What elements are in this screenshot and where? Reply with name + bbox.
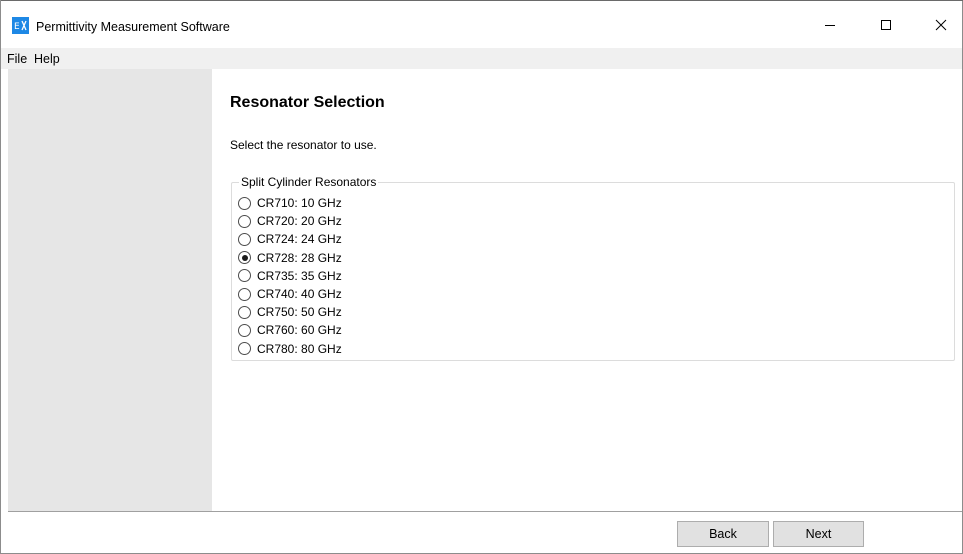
minimize-button[interactable] (807, 2, 853, 48)
radio-label[interactable]: CR750: 50 GHz (257, 305, 342, 319)
radio-button-icon[interactable] (238, 214, 251, 228)
close-icon (935, 19, 947, 31)
window-title: Permittivity Measurement Software (36, 20, 230, 34)
radio-button-icon[interactable] (238, 287, 251, 301)
resonator-radio-list: CR710: 10 GHz CR720: 20 GHz CR724: 24 GH… (238, 194, 342, 358)
radio-cr720[interactable]: CR720: 20 GHz (238, 212, 342, 230)
radio-label[interactable]: CR780: 80 GHz (257, 342, 342, 356)
radio-label[interactable]: CR735: 35 GHz (257, 269, 342, 283)
radio-button-selected-icon[interactable] (238, 251, 251, 265)
minimize-icon (825, 25, 835, 26)
footer-divider (8, 511, 962, 512)
back-button[interactable]: Back (677, 521, 769, 547)
groupbox-title: Split Cylinder Resonators (239, 175, 379, 189)
radio-selected-dot (241, 254, 248, 261)
radio-cr724[interactable]: CR724: 24 GHz (238, 230, 342, 248)
resonator-groupbox: Split Cylinder Resonators CR710: 10 GHz … (231, 175, 955, 361)
radio-cr710[interactable]: CR710: 10 GHz (238, 194, 342, 212)
sidebar-panel (8, 69, 212, 511)
instruction-text: Select the resonator to use. (230, 138, 377, 152)
radio-button-icon[interactable] (238, 323, 251, 337)
svg-text:E: E (14, 22, 20, 32)
next-button[interactable]: Next (773, 521, 864, 547)
close-button[interactable] (918, 2, 963, 48)
radio-button-icon[interactable] (238, 305, 251, 319)
radio-button-icon[interactable] (238, 269, 251, 283)
menu-bar: File Help (1, 48, 962, 69)
radio-label[interactable]: CR710: 10 GHz (257, 196, 342, 210)
radio-cr728[interactable]: CR728: 28 GHz (238, 249, 342, 267)
radio-label[interactable]: CR740: 40 GHz (257, 287, 342, 301)
radio-cr740[interactable]: CR740: 40 GHz (238, 285, 342, 303)
radio-label[interactable]: CR724: 24 GHz (257, 232, 342, 246)
radio-label[interactable]: CR760: 60 GHz (257, 323, 342, 337)
radio-cr760[interactable]: CR760: 60 GHz (238, 321, 342, 339)
app-logo-icon: E (12, 17, 29, 34)
title-bar[interactable]: E Permittivity Measurement Software (1, 1, 962, 48)
radio-button-icon[interactable] (238, 196, 251, 210)
radio-cr780[interactable]: CR780: 80 GHz (238, 340, 342, 358)
menu-help[interactable]: Help (34, 52, 60, 66)
main-content: Resonator Selection Select the resonator… (212, 69, 962, 511)
app-window: E Permittivity Measurement Software File… (0, 0, 963, 554)
menu-file[interactable]: File (7, 52, 27, 66)
maximize-icon (881, 20, 891, 30)
radio-label[interactable]: CR728: 28 GHz (257, 251, 342, 265)
radio-label[interactable]: CR720: 20 GHz (257, 214, 342, 228)
maximize-button[interactable] (863, 2, 909, 48)
radio-cr750[interactable]: CR750: 50 GHz (238, 303, 342, 321)
radio-cr735[interactable]: CR735: 35 GHz (238, 267, 342, 285)
radio-button-icon[interactable] (238, 342, 251, 356)
radio-button-icon[interactable] (238, 232, 251, 246)
page-title: Resonator Selection (230, 94, 385, 111)
